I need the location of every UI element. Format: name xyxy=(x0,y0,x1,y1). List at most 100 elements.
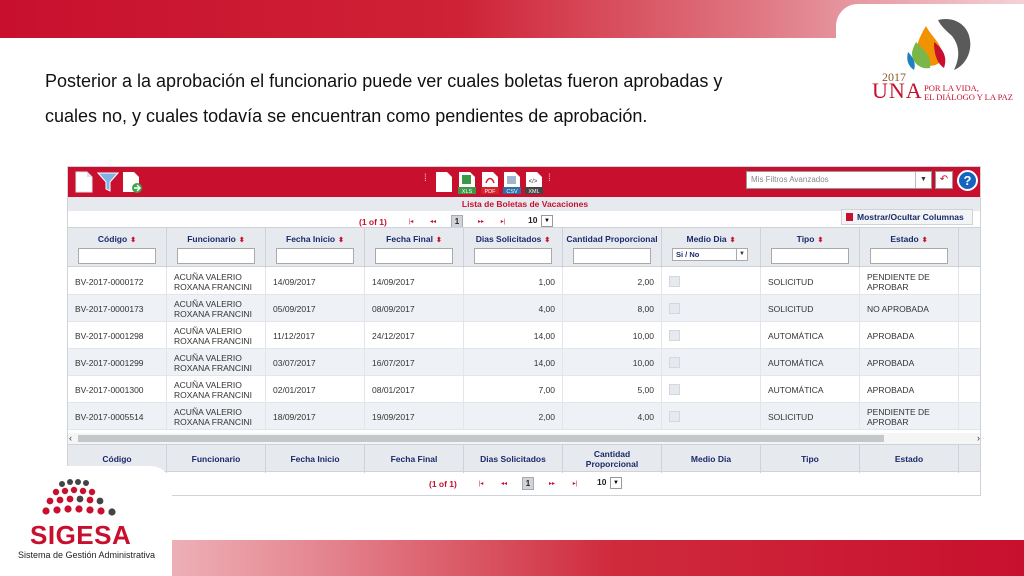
scrollbar-thumb[interactable] xyxy=(78,435,884,442)
export-document-icon[interactable] xyxy=(121,171,142,193)
medio-dia-checkbox[interactable] xyxy=(669,411,680,422)
cell-funcionario: ACUÑA VALERIO ROXANA FRANCINI xyxy=(167,349,266,376)
last-page-button[interactable]: ▸| xyxy=(568,478,582,490)
cell-codigo: BV-2017-0001298 xyxy=(68,322,167,349)
page-count: (1 of 1) xyxy=(429,479,457,489)
sort-icon[interactable]: ⬍ xyxy=(239,237,245,244)
columns-icon xyxy=(846,213,853,221)
sort-icon[interactable]: ⬍ xyxy=(338,237,344,244)
sigesa-wordmark: SIGESA xyxy=(30,520,132,550)
filter-input-funcionario[interactable] xyxy=(177,248,255,264)
table-row[interactable]: BV-2017-0005514 ACUÑA VALERIO ROXANA FRA… xyxy=(68,403,980,430)
page-number-button[interactable]: 1 xyxy=(522,477,534,490)
column-header-codigo[interactable]: Código ⬍ xyxy=(68,228,167,268)
column-label: Medio Dia xyxy=(686,234,727,244)
cell-tipo: SOLICITUD xyxy=(761,268,860,295)
column-header-fecha-final[interactable]: Fecha Final ⬍ xyxy=(365,228,464,268)
table-row[interactable]: BV-2017-0001299 ACUÑA VALERIO ROXANA FRA… xyxy=(68,349,980,376)
footer-column-dias-solicitados: Dias Solicitados xyxy=(464,445,563,473)
medio-dia-checkbox[interactable] xyxy=(669,303,680,314)
cell-funcionario: ACUÑA VALERIO ROXANA FRANCINI xyxy=(167,376,266,403)
table-row[interactable]: BV-2017-0000173 ACUÑA VALERIO ROXANA FRA… xyxy=(68,295,980,322)
cell-codigo: BV-2017-0001300 xyxy=(68,376,167,403)
sort-icon[interactable]: ⬍ xyxy=(436,237,442,244)
column-header-estado[interactable]: Estado ⬍ xyxy=(860,228,959,268)
next-page-button[interactable]: ▸▸ xyxy=(545,478,559,490)
cell-fecha-final: 08/01/2017 xyxy=(365,376,464,403)
prev-page-button[interactable]: ◂◂ xyxy=(497,478,511,490)
table-row[interactable]: BV-2017-0001300 ACUÑA VALERIO ROXANA FRA… xyxy=(68,376,980,403)
cell-fecha-inicio: 18/09/2017 xyxy=(266,403,365,430)
toolbar-separator: ⁞ xyxy=(424,173,427,184)
sort-icon[interactable]: ⬍ xyxy=(922,237,928,244)
cell-fecha-final: 16/07/2017 xyxy=(365,349,464,376)
slide-caption: Posterior a la aprobación el funcionario… xyxy=(45,64,805,134)
chevron-down-icon[interactable]: ▼ xyxy=(541,215,553,227)
scroll-right-icon[interactable]: › xyxy=(977,433,980,443)
column-header-funcionario[interactable]: Funcionario ⬍ xyxy=(167,228,266,268)
help-button[interactable]: ? xyxy=(957,170,978,191)
new-document-icon[interactable] xyxy=(74,171,94,193)
scroll-left-icon[interactable]: ‹ xyxy=(69,433,72,443)
cell-tipo: AUTOMÁTICA xyxy=(761,376,860,403)
medio-dia-checkbox[interactable] xyxy=(669,384,680,395)
medio-dia-checkbox[interactable] xyxy=(669,330,680,341)
sort-icon[interactable]: ⬍ xyxy=(130,237,136,244)
first-page-button[interactable]: |◂ xyxy=(474,478,488,490)
column-header-dias-solicitados[interactable]: Dias Solicitados ⬍ xyxy=(464,228,563,268)
undo-button[interactable]: ↶ xyxy=(935,171,953,189)
rows-per-page-value[interactable]: 10 xyxy=(597,477,606,487)
column-header-tipo[interactable]: Tipo ⬍ xyxy=(761,228,860,268)
medio-dia-checkbox[interactable] xyxy=(669,357,680,368)
filter-icon[interactable] xyxy=(96,171,120,193)
filter-input-fecha-final[interactable] xyxy=(375,248,453,264)
column-label: Fecha Final xyxy=(386,234,433,244)
vacation-list-panel: ⁞ XLS PDF CSV </> XML ⁞ Mis Filtros Avanz… xyxy=(67,166,981,496)
cell-codigo: BV-2017-0005514 xyxy=(68,403,167,430)
chevron-down-icon[interactable]: ▼ xyxy=(736,249,747,260)
footer-column-fecha-final: Fecha Final xyxy=(365,445,464,473)
filter-input-tipo[interactable] xyxy=(771,248,849,264)
sigesa-dots-icon xyxy=(42,479,116,516)
rows-per-page-value[interactable]: 10 xyxy=(528,215,537,225)
xls-icon[interactable]: XLS xyxy=(457,171,477,195)
horizontal-scrollbar[interactable]: ‹ › xyxy=(68,433,980,444)
cell-fecha-inicio: 14/09/2017 xyxy=(266,268,365,295)
filter-input-fecha-inicio[interactable] xyxy=(276,248,354,264)
column-header-cantidad-proporcional[interactable]: Cantidad Proporcional xyxy=(563,228,662,268)
table-row[interactable]: BV-2017-0000172 ACUÑA VALERIO ROXANA FRA… xyxy=(68,268,980,295)
xml-icon[interactable]: </> XML xyxy=(524,171,544,195)
medio-dia-checkbox[interactable] xyxy=(669,276,680,287)
cell-dias-solicitados: 14,00 xyxy=(464,349,563,376)
bottom-pager: (1 of 1) |◂ ◂◂ 1 ▸▸ ▸| 10 ▼ xyxy=(428,475,628,493)
slide: 2017 UNA POR LA VIDA, EL DIÁLOGO Y LA PA… xyxy=(0,0,1024,576)
sort-icon[interactable]: ⬍ xyxy=(817,237,823,244)
csv-icon[interactable]: CSV xyxy=(502,171,522,195)
cell-dias-solicitados: 7,00 xyxy=(464,376,563,403)
table-row[interactable]: BV-2017-0001298 ACUÑA VALERIO ROXANA FRA… xyxy=(68,322,980,349)
cell-medio-dia xyxy=(662,268,761,295)
cell-estado: APROBADA xyxy=(860,349,959,376)
cell-cantidad-proporcional: 10,00 xyxy=(563,322,662,349)
blank-document-icon[interactable] xyxy=(434,171,454,193)
sort-icon[interactable]: ⬍ xyxy=(544,237,550,244)
cell-tipo: SOLICITUD xyxy=(761,403,860,430)
filter-input-estado[interactable] xyxy=(870,248,948,264)
chevron-down-icon[interactable]: ▼ xyxy=(915,172,931,188)
chevron-down-icon[interactable]: ▼ xyxy=(610,477,622,489)
pdf-label: PDF xyxy=(485,189,497,195)
filter-select-medio-dia[interactable]: Si / No ▼ xyxy=(672,248,748,261)
cell-dias-solicitados: 14,00 xyxy=(464,322,563,349)
toggle-columns-button[interactable]: Mostrar/Ocultar Columnas xyxy=(841,209,973,225)
filter-input-codigo[interactable] xyxy=(78,248,156,264)
filter-input-cantidad-proporcional[interactable] xyxy=(573,248,651,264)
caption-line-2: cuales no, y cuales todavía se encuentra… xyxy=(45,106,648,126)
filter-input-dias-solicitados[interactable] xyxy=(474,248,552,264)
pdf-icon[interactable]: PDF xyxy=(480,171,500,195)
advanced-filters-select[interactable]: Mis Filtros Avanzados ▼ xyxy=(746,171,932,189)
cell-cantidad-proporcional: 10,00 xyxy=(563,349,662,376)
column-header-medio-dia[interactable]: Medio Dia ⬍ Si / No ▼ xyxy=(662,228,761,268)
column-header-fecha-inicio[interactable]: Fecha Inicio ⬍ xyxy=(266,228,365,268)
sort-icon[interactable]: ⬍ xyxy=(730,237,736,244)
cell-fecha-final: 19/09/2017 xyxy=(365,403,464,430)
